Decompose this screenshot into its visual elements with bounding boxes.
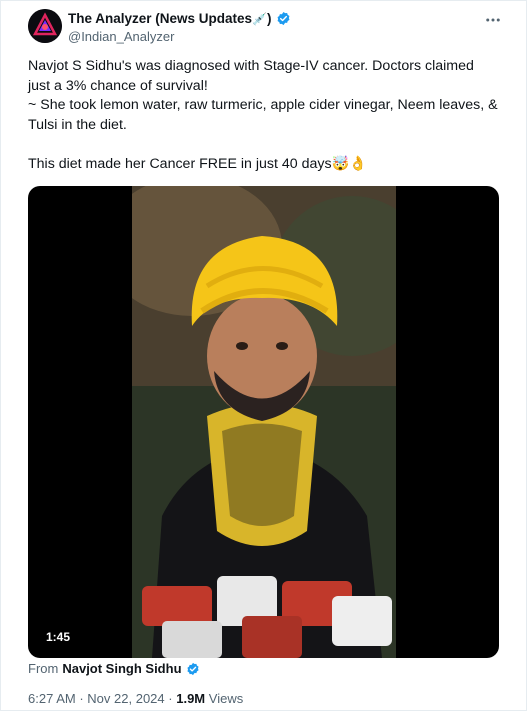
ellipsis-icon (486, 18, 500, 22)
analyzer-logo-icon (28, 9, 62, 43)
verified-badge-icon (277, 11, 289, 26)
author-avatar[interactable] (28, 9, 62, 43)
post-time[interactable]: 6:27 AM (28, 691, 76, 706)
tweet-line-2: ~ She took lemon water, raw turmeric, ap… (28, 97, 502, 133)
meta-separator: · (168, 691, 173, 706)
from-label: From (28, 661, 59, 676)
video-frame (132, 186, 396, 658)
post-date[interactable]: Nov 22, 2024 (87, 691, 164, 706)
more-icon[interactable] (484, 11, 502, 34)
views-count: 1.9M (176, 691, 206, 706)
tweet-card: The Analyzer (News Updates💉) @Indian_Ana… (0, 0, 527, 711)
views-label: Views (208, 691, 244, 706)
video-player[interactable]: 1:45 (28, 186, 499, 658)
syringe-emoji: 💉 (252, 12, 268, 26)
from-account-link[interactable]: Navjot Singh Sidhu (62, 661, 181, 676)
author-handle[interactable]: @Indian_Analyzer (68, 29, 174, 44)
meta-separator: · (79, 691, 84, 706)
video-duration: 1:45 (40, 628, 77, 646)
tweet-text: Navjot S Sidhu's was diagnosed with Stag… (28, 57, 498, 174)
verified-badge-icon (186, 662, 199, 675)
tweet-spacer (28, 135, 498, 155)
video-still-image (132, 186, 396, 658)
tweet-metadata: 6:27 AM · Nov 22, 2024 · 1.9M Views (28, 691, 243, 706)
author-name-row: The Analyzer (News Updates💉) (68, 11, 291, 26)
video-attribution: From Navjot Singh Sidhu (28, 661, 200, 676)
tweet-line-1: Navjot S Sidhu's was diagnosed with Stag… (28, 58, 478, 94)
tweet-line-3: This diet made her Cancer FREE in just 4… (28, 155, 367, 172)
author-name[interactable]: The Analyzer (News Updates💉) (68, 11, 272, 26)
